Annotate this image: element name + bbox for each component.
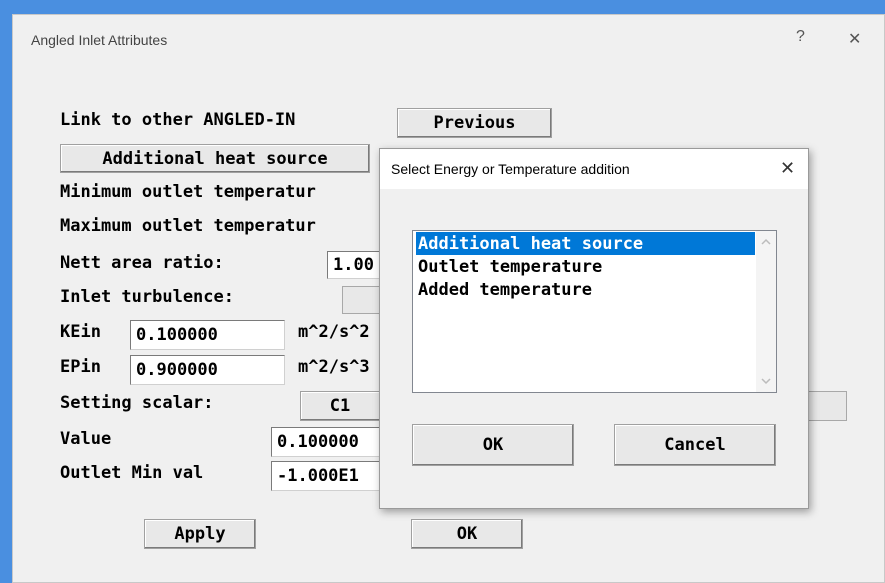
additional-heat-source-button[interactable]: Additional heat source <box>60 144 370 173</box>
close-icon[interactable]: ✕ <box>848 29 861 49</box>
popup-close-icon[interactable]: ✕ <box>780 158 795 179</box>
list-item[interactable]: Additional heat source <box>416 232 755 255</box>
kein-unit: m^2/s^2 <box>298 322 370 342</box>
main-ok-button[interactable]: OK <box>411 519 523 549</box>
previous-button-label: Previous <box>433 113 516 133</box>
addition-listbox[interactable]: Additional heat source Outlet temperatur… <box>412 230 777 393</box>
list-item[interactable]: Outlet temperature <box>416 255 755 278</box>
outer-frame <box>0 0 885 14</box>
epin-label: EPin <box>60 357 101 377</box>
min-outlet-label: Minimum outlet temperatur <box>60 182 316 202</box>
popup-cancel-button[interactable]: Cancel <box>614 424 776 466</box>
popup-ok-button[interactable]: OK <box>412 424 574 466</box>
main-ok-button-label: OK <box>456 524 478 544</box>
listbox-scrollbar[interactable] <box>756 231 776 392</box>
help-icon[interactable]: ? <box>796 28 805 46</box>
scalar-button-label: C1 <box>329 396 351 416</box>
popup-title: Select Energy or Temperature addition <box>391 161 630 177</box>
nett-area-label: Nett area ratio: <box>60 253 224 273</box>
scroll-down-icon[interactable] <box>756 374 776 390</box>
list-item[interactable]: Added temperature <box>416 278 755 301</box>
max-outlet-label: Maximum outlet temperatur <box>60 216 316 236</box>
outer-frame-left <box>0 0 12 583</box>
previous-button[interactable]: Previous <box>397 108 552 138</box>
epin-field[interactable]: 0.900000 <box>130 355 285 385</box>
link-label: Link to other ANGLED-IN <box>60 110 296 130</box>
setting-scalar-label: Setting scalar: <box>60 393 214 413</box>
apply-button-label: Apply <box>174 524 226 544</box>
select-addition-dialog: Select Energy or Temperature addition ✕ … <box>379 148 809 509</box>
inlet-turbulence-label: Inlet turbulence: <box>60 287 234 307</box>
outlet-min-label: Outlet Min val <box>60 463 204 483</box>
epin-unit: m^2/s^3 <box>298 357 370 377</box>
value-label: Value <box>60 429 112 449</box>
apply-button[interactable]: Apply <box>144 519 256 549</box>
scroll-up-icon[interactable] <box>756 233 776 249</box>
popup-cancel-button-label: Cancel <box>664 435 726 455</box>
kein-field[interactable]: 0.100000 <box>130 320 285 350</box>
kein-label: KEin <box>60 322 101 342</box>
nett-area-field[interactable]: 1.00 <box>327 251 387 279</box>
window-title: Angled Inlet Attributes <box>31 32 168 48</box>
heat-source-button-label: Additional heat source <box>102 148 328 169</box>
popup-ok-button-label: OK <box>482 435 504 455</box>
